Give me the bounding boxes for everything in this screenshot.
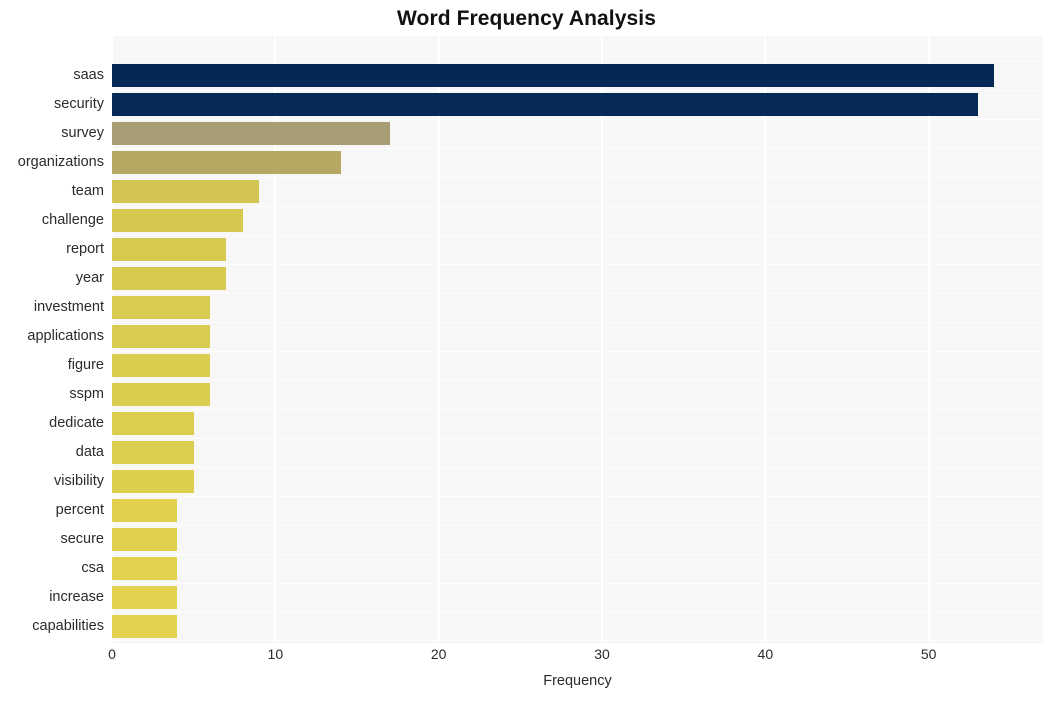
y-axis-label: team — [71, 183, 104, 199]
gridline-vertical — [601, 36, 603, 643]
y-axis-label: applications — [27, 328, 104, 344]
bar[interactable] — [112, 325, 210, 348]
y-axis-label: challenge — [41, 212, 104, 228]
y-axis-label: investment — [33, 299, 104, 315]
bar[interactable] — [112, 93, 978, 116]
bar[interactable] — [112, 64, 994, 87]
x-axis-tick-label: 40 — [757, 646, 774, 662]
bar[interactable] — [112, 383, 210, 406]
y-axis-label: report — [66, 241, 104, 257]
gridline-horizontal — [112, 177, 1043, 178]
gridline-vertical — [437, 36, 440, 643]
bar[interactable] — [112, 267, 226, 290]
bar[interactable] — [112, 615, 177, 638]
bar[interactable] — [112, 122, 390, 145]
gridline-horizontal — [112, 90, 1043, 91]
gridline-horizontal — [112, 583, 1043, 584]
x-axis-tick-label: 10 — [267, 646, 284, 662]
y-axis-label: visibility — [54, 473, 104, 489]
y-axis-labels: saas security survey organizations team chall… — [0, 36, 104, 643]
gridline-horizontal — [112, 206, 1043, 207]
bar[interactable] — [112, 441, 194, 464]
bar[interactable] — [112, 238, 226, 261]
gridline-horizontal — [112, 148, 1043, 149]
gridline-horizontal — [112, 612, 1043, 613]
gridline-horizontal — [112, 119, 1043, 120]
bar[interactable] — [112, 296, 210, 319]
y-axis-label: saas — [73, 67, 104, 83]
y-axis-label: organizations — [17, 154, 104, 170]
gridline-horizontal — [112, 467, 1043, 468]
x-axis-title: Frequency — [543, 673, 612, 689]
y-axis-label: dedicate — [49, 415, 104, 431]
bar[interactable] — [112, 470, 194, 493]
plot-area — [112, 36, 1043, 643]
y-axis-label: data — [75, 444, 104, 460]
y-axis-label: security — [54, 96, 104, 112]
bar[interactable] — [112, 528, 177, 551]
bar[interactable] — [112, 586, 177, 609]
x-axis-tick-label: 20 — [430, 646, 447, 662]
y-axis-label: percent — [55, 502, 104, 518]
bar[interactable] — [112, 499, 177, 522]
gridline-vertical — [927, 36, 930, 643]
y-axis-label: sspm — [69, 386, 104, 402]
bar[interactable] — [112, 354, 210, 377]
bar[interactable] — [112, 557, 177, 580]
gridline-horizontal — [112, 554, 1043, 555]
y-axis-label: survey — [61, 125, 104, 141]
gridline-horizontal — [112, 438, 1043, 439]
gridline-horizontal — [112, 351, 1043, 352]
bar[interactable] — [112, 412, 194, 435]
y-axis-label: capabilities — [32, 618, 104, 634]
gridline-horizontal — [112, 525, 1043, 526]
gridline-horizontal — [112, 409, 1043, 410]
x-axis-tick-label: 30 — [594, 646, 610, 662]
gridline-horizontal — [112, 322, 1043, 323]
y-axis-label: figure — [67, 357, 104, 373]
y-axis-label: year — [75, 270, 104, 286]
gridline-horizontal — [112, 293, 1043, 294]
bar[interactable] — [112, 151, 341, 174]
bar[interactable] — [112, 209, 243, 232]
gridline-horizontal — [112, 61, 1043, 62]
word-frequency-chart: Word Frequency Analysis saas security surv… — [0, 0, 1053, 701]
x-axis-tick-label: 0 — [108, 646, 116, 662]
y-axis-label: secure — [60, 531, 104, 547]
gridline-horizontal — [112, 640, 1043, 641]
x-axis-tick-label: 50 — [920, 646, 937, 662]
gridline-horizontal — [112, 264, 1043, 265]
gridline-vertical — [764, 36, 767, 643]
y-axis-label: increase — [49, 589, 104, 605]
gridline-horizontal — [112, 496, 1043, 497]
bar[interactable] — [112, 180, 259, 203]
gridline-horizontal — [112, 235, 1043, 236]
x-axis-tick-labels: 0 10 20 30 40 50 — [108, 646, 1043, 666]
chart-title: Word Frequency Analysis — [396, 7, 657, 30]
gridline-horizontal — [112, 380, 1043, 381]
y-axis-label: csa — [81, 560, 104, 576]
